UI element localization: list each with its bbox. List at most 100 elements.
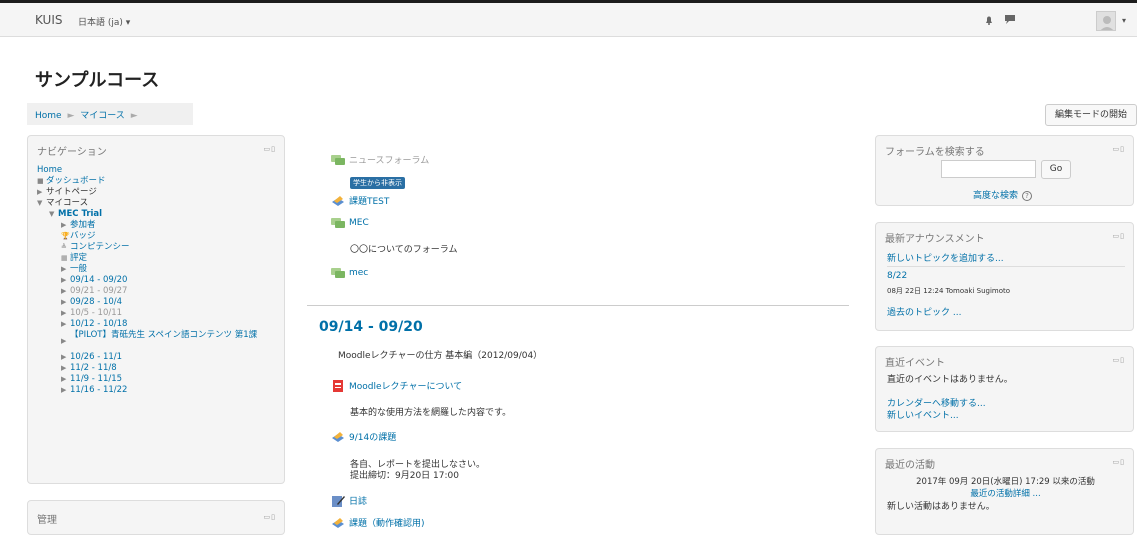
user-menu-caret[interactable]: ▾ [1122, 16, 1126, 25]
search-go-button[interactable]: Go [1041, 160, 1071, 179]
breadcrumb: Home ► マイコース ► [27, 103, 193, 125]
block-controls-icon[interactable]: ▭▯ [1113, 458, 1125, 466]
nav-item-participants[interactable]: ▶ 参加者 [37, 220, 282, 231]
site-brand[interactable]: KUIS [35, 13, 63, 27]
administration-block: 管理 ▭▯ [27, 500, 285, 535]
badge-icon: 🏆 [61, 232, 70, 240]
expand-arrow-icon: ▶ [61, 337, 67, 345]
assignment-due-date: 提出締切：9月20日 17:00 [350, 471, 459, 481]
language-menu[interactable]: 日本語 (ja) ▾ [78, 15, 130, 28]
nav-item-competencies[interactable]: ≜ コンピテンシー [37, 242, 282, 253]
recent-activity-title: 最近の活動 [885, 460, 935, 471]
search-forums-input[interactable] [941, 160, 1036, 178]
nav-item-section[interactable]: ▶ 【PILOT】青砥先生 スペイン語コンテンツ 第1課 [37, 330, 282, 352]
nav-item-section[interactable]: ▶ 09/28 - 10/4 [37, 297, 282, 308]
older-topics-link[interactable]: 過去のトピック ... [887, 305, 961, 318]
advanced-search-link[interactable]: 高度な検索? [973, 188, 1033, 201]
activity-journal[interactable]: 日誌 [331, 494, 367, 507]
user-silhouette-icon [1100, 16, 1114, 30]
full-report-link[interactable]: 最近の活動詳細 ... [876, 487, 1135, 499]
activity-news-forum[interactable]: ニュースフォーラム [331, 153, 429, 166]
activity-assignment-0914[interactable]: 9/14の課題 [331, 430, 396, 443]
search-forums-title: フォーラムを検索する [885, 147, 985, 158]
expand-arrow-icon: ▶ [61, 386, 67, 394]
block-controls-icon[interactable]: ▭▯ [264, 513, 276, 521]
nav-item-section[interactable]: ▶ 11/9 - 11/15 [37, 374, 282, 385]
expand-arrow-icon: ▶ [61, 265, 67, 273]
latest-news-block: 最新アナウンスメント ▭▯ 新しいトピックを追加する... 8/22 08月 2… [875, 222, 1134, 331]
collapse-arrow-icon: ▼ [37, 199, 43, 207]
nav-item-grades[interactable]: ▦ 評定 [37, 253, 282, 264]
block-controls-icon[interactable]: ▭▯ [1113, 232, 1125, 240]
expand-arrow-icon: ▶ [37, 188, 43, 196]
help-icon[interactable]: ? [1022, 190, 1033, 201]
pdf-icon [333, 379, 343, 392]
nav-item-course-mec-trial[interactable]: ▼ MEC Trial [37, 209, 282, 220]
forum-description: 〇〇についてのフォーラム [350, 245, 458, 255]
new-event-link[interactable]: 新しいイベント... [887, 408, 959, 421]
nav-item-badges[interactable]: 🏆 バッジ [37, 231, 282, 242]
assignment-icon [332, 431, 344, 442]
nav-item-section[interactable]: ▶ 10/12 - 10/18 [37, 319, 282, 330]
forum-icon [331, 268, 345, 278]
expand-arrow-icon: ▶ [61, 287, 67, 295]
upcoming-events-block: 直近イベント ▭▯ 直近のイベントはありません。 カレンダーへ移動する... 新… [875, 346, 1134, 432]
nav-item-section[interactable]: ▶ 10/5 - 10/11 [37, 308, 282, 319]
upcoming-events-title: 直近イベント [885, 358, 945, 369]
navigation-tree: Home ■ ダッシュボード ▶ サイトページ ▼ マイコース ▼ MEC Trial … [37, 165, 282, 396]
expand-arrow-icon: ▶ [61, 375, 67, 383]
expand-arrow-icon: ▶ [61, 298, 67, 306]
expand-arrow-icon: ▶ [61, 221, 67, 229]
news-item-date[interactable]: 8/22 [887, 271, 907, 281]
activity-moodle-lecture-file[interactable]: Moodleレクチャーについて [331, 379, 462, 392]
section-divider [307, 305, 849, 306]
nav-item-section[interactable]: ▶ 10/26 - 11/1 [37, 352, 282, 363]
assignment-icon [332, 195, 344, 206]
collapse-arrow-icon: ▼ [49, 210, 55, 218]
assignment-icon [332, 517, 344, 528]
section-title[interactable]: 09/14 - 09/20 [319, 319, 423, 335]
nav-item-section[interactable]: ▶ 11/16 - 11/22 [37, 385, 282, 396]
nav-item-section-general[interactable]: ▶ 一般 [37, 264, 282, 275]
recent-activity-block: 最近の活動 ▭▯ 2017年 09月 20日(水曜日) 17:29 以来の活動 … [875, 448, 1134, 535]
bullet-icon: ■ [37, 177, 44, 185]
add-new-topic-link[interactable]: 新しいトピックを追加する... [887, 251, 1004, 264]
nav-item-site-pages[interactable]: ▶ サイトページ [37, 187, 282, 198]
expand-arrow-icon: ▶ [61, 309, 67, 317]
nav-item-dashboard[interactable]: ■ ダッシュボード [37, 176, 282, 187]
activity-since-text: 2017年 09月 20日(水曜日) 17:29 以来の活動 [916, 477, 1095, 487]
activity-assignment-test[interactable]: 課題TEST [331, 194, 389, 207]
nav-item-my-courses[interactable]: ▼ マイコース [37, 198, 282, 209]
messages-icon[interactable] [1005, 15, 1015, 24]
breadcrumb-my-courses[interactable]: マイコース [80, 111, 125, 121]
no-upcoming-events: 直近のイベントはありません。 [887, 375, 1013, 385]
block-controls-icon[interactable]: ▭▯ [264, 145, 276, 153]
nav-item-home[interactable]: Home [37, 165, 282, 176]
nav-item-section[interactable]: ▶ 11/2 - 11/8 [37, 363, 282, 374]
no-recent-activity: 新しい活動はありません。 [887, 502, 995, 512]
latest-news-title: 最新アナウンスメント [885, 234, 985, 245]
administration-block-title: 管理 [37, 515, 57, 526]
user-avatar[interactable] [1096, 11, 1116, 31]
section-summary: Moodleレクチャーの仕方 基本編（2012/09/04） [338, 351, 543, 361]
competency-icon: ≜ [61, 243, 67, 251]
turn-editing-on-button[interactable]: 編集モードの開始 [1045, 104, 1137, 126]
course-content: ニュースフォーラム 学生から非表示 課題TEST MEC 〇〇についてのフォーラ… [307, 135, 849, 535]
notification-icon[interactable] [984, 15, 994, 25]
page-title: サンプルコース [35, 70, 160, 91]
breadcrumb-separator: ► [130, 111, 138, 121]
activity-assignment-test-operation[interactable]: 課題（動作確認用) [331, 516, 425, 529]
expand-arrow-icon: ▶ [61, 320, 67, 328]
block-controls-icon[interactable]: ▭▯ [1113, 145, 1125, 153]
activity-forum-mec-lower[interactable]: mec [331, 267, 368, 279]
activity-forum-mec[interactable]: MEC [331, 217, 369, 229]
expand-arrow-icon: ▶ [61, 276, 67, 284]
nav-item-section[interactable]: ▶ 09/14 - 09/20 [37, 275, 282, 286]
navigation-block-title: ナビゲーション [37, 147, 107, 158]
journal-icon [332, 495, 345, 507]
expand-arrow-icon: ▶ [61, 353, 67, 361]
breadcrumb-home[interactable]: Home [35, 111, 62, 121]
top-navbar: KUIS 日本語 (ja) ▾ ▾ [0, 0, 1137, 37]
block-controls-icon[interactable]: ▭▯ [1113, 356, 1125, 364]
nav-item-section[interactable]: ▶ 09/21 - 09/27 [37, 286, 282, 297]
